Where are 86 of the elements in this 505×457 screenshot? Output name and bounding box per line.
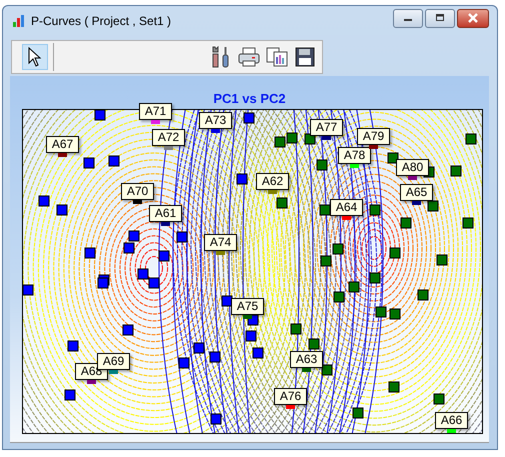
point-label: A65 [400,184,433,201]
data-point [400,218,412,228]
data-point [64,390,76,400]
close-button[interactable] [457,8,489,28]
point-label: A71 [139,103,172,120]
data-point [376,306,386,318]
data-point [194,342,204,354]
data-point [84,158,94,168]
data-point [352,408,364,418]
window-title: P-Curves ( Project , Set1 ) [31,14,172,28]
data-point [304,134,316,144]
data-point [38,196,50,206]
point-label: A69 [97,353,130,370]
data-point [176,232,188,242]
point-label: A64 [330,199,363,216]
data-point [320,204,330,216]
data-point [332,244,344,254]
data-point [290,324,302,334]
data-point [308,338,320,350]
data-point [138,268,148,280]
data-point [348,282,360,292]
data-point [148,278,160,288]
data-point [68,340,78,352]
point-label: A76 [274,388,307,405]
data-point [122,324,134,336]
bar-chart-icon [12,14,26,28]
data-point [246,330,256,342]
data-point [158,250,170,262]
data-point [390,248,400,258]
data-point [450,166,462,176]
point-label: A77 [310,119,343,136]
data-point [322,364,332,376]
data-point [428,200,438,212]
data-point [56,204,68,216]
maximize-icon [435,14,445,22]
data-point [370,272,380,284]
data-point [436,254,448,266]
data-point [124,242,134,254]
maximize-button[interactable] [425,8,455,28]
data-point [320,256,332,266]
tools-icon [211,46,231,68]
pointer-icon [27,47,43,67]
data-point [286,132,298,144]
data-point [178,358,190,368]
data-point [334,292,344,302]
data-point [236,174,248,184]
data-point [388,382,400,392]
data-point [108,156,120,166]
point-label: A78 [338,147,371,164]
data-point [466,134,476,144]
point-label: A75 [231,298,264,315]
data-point [276,198,288,208]
point-label: A62 [256,173,289,190]
printer-icon [238,47,260,67]
point-label: A80 [396,159,429,176]
point-label: A63 [290,351,323,368]
data-point [222,296,232,306]
point-label: A72 [152,129,185,146]
data-point [98,278,108,288]
data-point [418,290,428,300]
point-label: A61 [149,205,182,222]
pointer-button[interactable] [22,44,48,70]
data-point [128,230,140,242]
data-point [388,152,398,164]
data-point [210,352,220,362]
minimize-button[interactable] [393,8,423,28]
data-point [84,248,96,258]
copy-chart-icon [266,47,288,67]
point-label: A79 [357,128,390,145]
point-label: A70 [121,183,154,200]
data-point [252,348,264,358]
point-label: A67 [46,136,79,153]
data-point [370,204,380,216]
close-icon [467,13,479,23]
data-point [210,414,222,424]
data-point [434,394,444,404]
data-point [390,308,400,320]
data-point [316,160,328,170]
point-label: A74 [204,234,237,251]
chart-title: PC1 vs PC2 [213,91,286,106]
point-label: A66 [435,412,468,429]
save-icon [295,47,315,67]
point-label: A73 [199,112,232,129]
data-point [462,218,474,228]
data-point [274,136,286,148]
data-point [244,112,254,124]
